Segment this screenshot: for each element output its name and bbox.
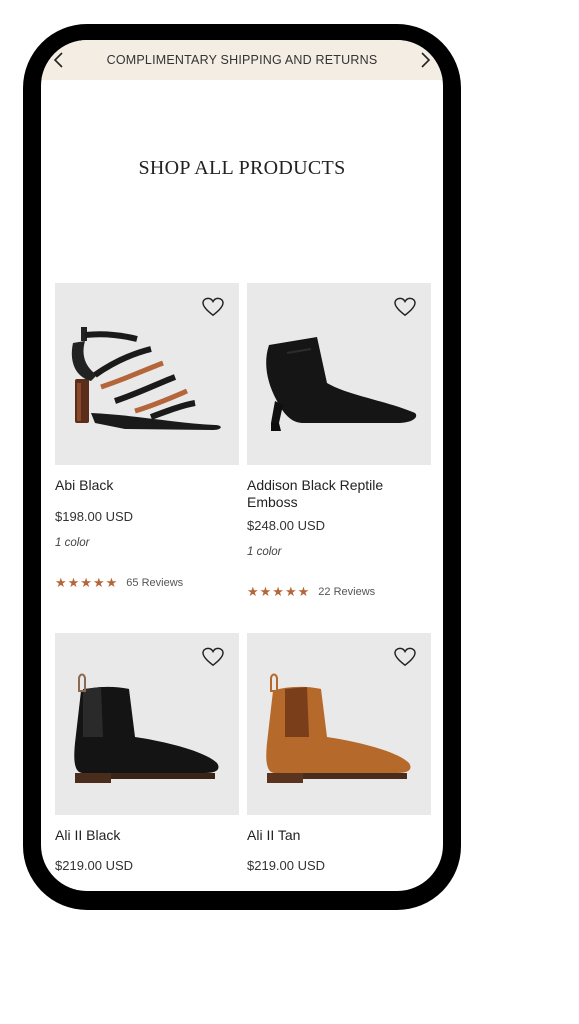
product-price: $248.00 USD [247,518,326,533]
product-name[interactable]: Ali II Black [55,827,235,844]
star-rating-icon: ★★★★★ [247,584,311,599]
product-card-addison-black[interactable]: Addison Black Reptile Emboss $248.00 USD… [247,283,431,603]
product-card-ali-ii-tan[interactable]: Ali II Tan $219.00 USD [247,633,431,883]
review-count[interactable]: 22 Reviews [318,586,375,598]
product-color-count: 1 color [55,537,90,549]
product-price: $219.00 USD [55,858,134,873]
heart-icon[interactable] [202,297,224,317]
product-name[interactable]: Abi Black [55,477,235,494]
product-name[interactable]: Addison Black Reptile Emboss [247,477,427,511]
star-rating-icon: ★★★★★ [55,575,119,590]
product-image[interactable] [247,633,431,815]
chevron-right-icon[interactable] [416,51,434,69]
product-image[interactable] [55,633,239,815]
screen: COMPLIMENTARY SHIPPING AND RETURNS SHOP … [41,40,443,891]
page-title: SHOP ALL PRODUCTS [138,157,346,179]
product-rating: ★★★★★ 22 Reviews [247,584,375,599]
product-name[interactable]: Ali II Tan [247,827,427,844]
product-card-ali-ii-black[interactable]: Ali II Black $219.00 USD [55,633,239,883]
product-image[interactable] [55,283,239,465]
heart-icon[interactable] [202,647,224,667]
heart-icon[interactable] [394,647,416,667]
heart-icon[interactable] [394,297,416,317]
promo-bar: COMPLIMENTARY SHIPPING AND RETURNS [41,40,443,80]
product-rating: ★★★★★ 65 Reviews [55,575,183,590]
review-count[interactable]: 65 Reviews [126,577,183,589]
product-card-abi-black[interactable]: Abi Black $198.00 USD 1 color ★★★★★ 65 R… [55,283,239,603]
product-price: $219.00 USD [247,858,326,873]
product-image[interactable] [247,283,431,465]
product-color-count: 1 color [247,546,282,558]
product-price: $198.00 USD [55,509,134,524]
promo-text: COMPLIMENTARY SHIPPING AND RETURNS [106,53,378,67]
